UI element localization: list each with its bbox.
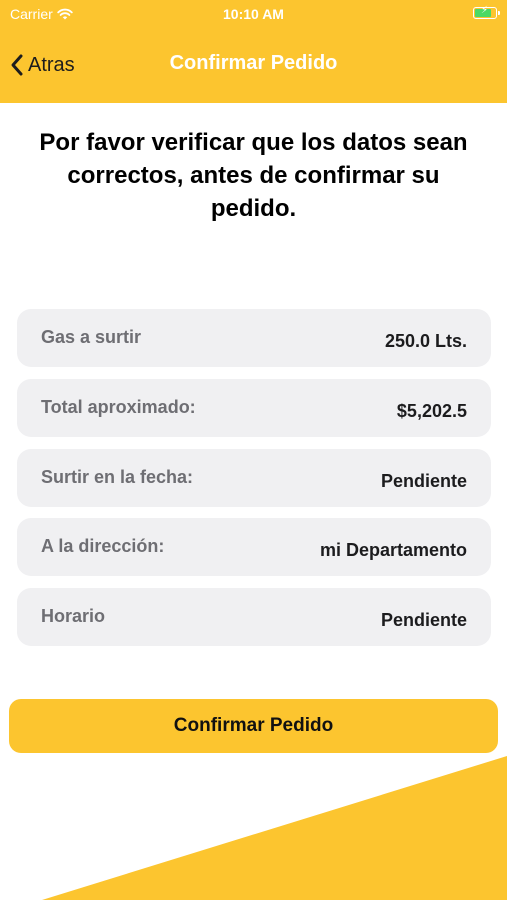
summary-value: Pendiente: [380, 471, 467, 491]
summary-value: $5,202.5: [396, 401, 467, 421]
summary-row-date: Surtir en la fecha: Pendiente: [17, 449, 491, 507]
page-title: Confirmar Pedido: [169, 52, 338, 74]
summary-row-gas: Gas a surtir 250.0 Lts.: [17, 309, 491, 367]
summary-label: Surtir en la fecha:: [41, 467, 194, 487]
summary-label: Gas a surtir: [41, 327, 142, 347]
summary-row-schedule: Horario Pendiente: [17, 588, 491, 646]
decorative-yellow-wedge: [42, 756, 507, 900]
instruction-text: Por favor verificar que los datos sean c…: [39, 129, 468, 222]
summary-label: Total aproximado:: [41, 397, 196, 417]
confirm-order-button[interactable]: Confirmar Pedido: [9, 699, 498, 753]
summary-row-address: A la dirección: mi Departamento: [17, 518, 491, 576]
navigation-header: Carrier 10:10 AM ⚡ Atras Confirmar Pedid…: [0, 0, 507, 103]
charging-bolt-icon: ⚡: [481, 5, 489, 16]
summary-label: A la dirección:: [41, 536, 165, 556]
summary-value: mi Departamento: [319, 540, 467, 560]
status-bar: Carrier 10:10 AM ⚡: [0, 0, 507, 28]
summary-row-total: Total aproximado: $5,202.5: [17, 379, 491, 437]
summary-label: Horario: [41, 606, 106, 626]
summary-value: 250.0 Lts.: [384, 331, 467, 351]
summary-value: Pendiente: [380, 610, 467, 630]
battery-icon: ⚡: [473, 5, 500, 19]
status-time: 10:10 AM: [223, 6, 284, 22]
